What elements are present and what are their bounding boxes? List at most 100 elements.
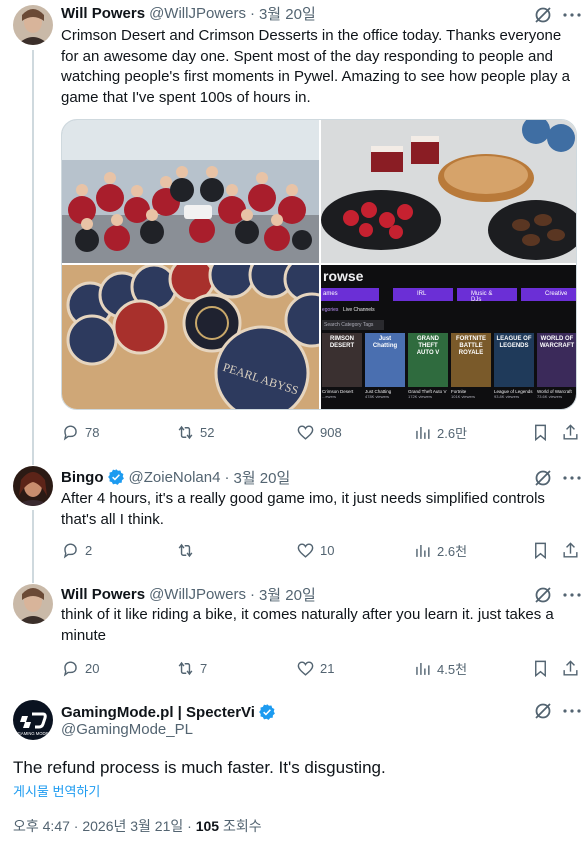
translate-post-link[interactable]: 게시물 번역하기 [13, 781, 100, 800]
twitch-chip-music: Music & DJs [457, 288, 517, 303]
reply-icon [63, 424, 77, 441]
photo-twitch-browse[interactable]: rowse ames IRL Music & DJs Creative egor… [321, 265, 576, 409]
share-icon [563, 541, 578, 558]
heart-icon [297, 660, 314, 676]
avatar[interactable] [13, 5, 53, 45]
reply-button[interactable]: 2 [61, 540, 92, 560]
tweet-actions: 20 7 21 4.5천 [61, 658, 581, 678]
grok-icon[interactable] [533, 468, 553, 488]
like-count: 908 [320, 424, 342, 440]
post-time[interactable]: 3월 20일 [259, 584, 316, 605]
avatar[interactable] [13, 584, 53, 624]
repost-count: 52 [200, 424, 215, 440]
heart-icon [297, 424, 314, 440]
repost-button[interactable]: 52 [176, 422, 214, 442]
grok-icon[interactable] [533, 585, 553, 605]
like-button[interactable]: 10 [296, 540, 334, 560]
views-count: 2.6천 [437, 543, 468, 559]
like-button[interactable]: 908 [296, 422, 342, 442]
verified-badge-icon [259, 704, 275, 720]
view-count: 105 [195, 818, 220, 834]
twitch-browse-title: rowse [323, 268, 364, 284]
bookmark-button[interactable] [531, 540, 550, 560]
category-viewers: 478K viewers [365, 394, 390, 399]
main-tweet-text: The refund process is much faster. It's … [13, 758, 386, 777]
thread-line [32, 578, 34, 583]
category-box-art: WORLD OF WARCRAFT [537, 333, 576, 387]
share-icon [563, 423, 578, 440]
grok-icon[interactable] [533, 701, 553, 721]
photo-coasters[interactable]: PEARL ABYSS [62, 265, 319, 409]
twitch-category-card[interactable]: LEAGUE OF LEGENDS League of Legends 93.8K … [494, 333, 534, 409]
category-viewers: 93.8K viewers [494, 394, 520, 399]
author-name[interactable]: Will Powers [61, 5, 145, 22]
tweet-text: After 4 hours, it's a really good game i… [61, 490, 545, 528]
twitch-category-card[interactable]: WORLD OF WARCRAFT World of Warcraft 73.6K … [537, 333, 576, 409]
repost-button[interactable] [176, 540, 200, 560]
heart-icon [297, 542, 314, 558]
more-options-icon[interactable] [562, 468, 582, 488]
grok-icon[interactable] [533, 5, 553, 25]
author-name[interactable]: Bingo [61, 469, 104, 486]
bookmark-button[interactable] [531, 422, 550, 442]
views-button[interactable]: 2.6만 [413, 422, 467, 442]
views-icon [416, 544, 430, 557]
bookmark-button[interactable] [531, 658, 550, 678]
post-meta: 오후 4:47 · 2026년 3월 21일 · 105 조회수 [13, 816, 262, 836]
main-author-handle[interactable]: @GamingMode_PL [61, 721, 193, 738]
category-viewers: 101K viewers [451, 394, 476, 399]
reply-button[interactable]: 78 [61, 422, 99, 442]
views-button[interactable]: 4.5천 [413, 658, 467, 678]
repost-count: 7 [200, 660, 208, 676]
like-count: 21 [320, 660, 335, 676]
twitch-category-card[interactable]: GRAND THEFT AUTO V Grand Theft Auto V 172K… [408, 333, 448, 409]
separator-dot: · [224, 468, 230, 486]
repost-icon [178, 425, 193, 439]
twitch-chip-creative: Creative [521, 288, 576, 301]
views-button[interactable]: 2.6천 [413, 540, 467, 560]
tweet-header: Bingo @ZoieNolan4 · 3월 20일 [61, 467, 290, 487]
twitch-category-card[interactable]: Just Chatting Just Chatting 478K viewers [365, 333, 405, 409]
share-icon [563, 659, 578, 676]
more-options-icon[interactable] [562, 5, 582, 25]
main-author-name[interactable]: GamingMode.pl | SpecterVi [61, 704, 255, 721]
reply-count: 20 [85, 660, 100, 676]
twitch-category-card[interactable]: FORTNITE BATTLE ROYALE Fortnite 101K viewe… [451, 333, 491, 409]
author-handle[interactable]: @ZoieNolan4 [129, 469, 221, 486]
share-button[interactable] [561, 540, 580, 560]
share-button[interactable] [561, 422, 580, 442]
more-options-icon[interactable] [562, 701, 582, 721]
category-box-art: LEAGUE OF LEGENDS [494, 333, 534, 387]
avatar[interactable] [13, 466, 53, 506]
category-box-art: GRAND THEFT AUTO V [408, 333, 448, 387]
tweet-header: Will Powers @WillJPowers · 3월 20일 [61, 3, 316, 23]
main-avatar[interactable]: GAMING MODE [13, 700, 53, 740]
tweet-text: think of it like riding a bike, it comes… [61, 606, 554, 644]
media-grid: PEARL ABYSS rowse ames IRL Music & DJs C… [61, 119, 577, 410]
reply-button[interactable]: 20 [61, 658, 99, 678]
tweet-1: Will Powers @WillJPowers · 3월 20일 Crimso… [0, 0, 585, 460]
post-time[interactable]: 3월 20일 [233, 467, 290, 488]
author-handle[interactable]: @WillJPowers [149, 5, 246, 22]
reply-count: 2 [85, 542, 93, 558]
repost-button[interactable]: 7 [176, 658, 207, 678]
reply-count: 78 [85, 424, 100, 440]
like-button[interactable]: 21 [296, 658, 334, 678]
author-name[interactable]: Will Powers [61, 586, 145, 603]
category-viewers: 172K viewers [408, 394, 433, 399]
more-options-icon[interactable] [562, 585, 582, 605]
twitch-category-card[interactable]: RIMSON DESERT Crimson Desert ...ewers [322, 333, 362, 409]
photo-desserts[interactable] [321, 120, 576, 263]
tweet-2: Bingo @ZoieNolan4 · 3월 20일 After 4 hours… [0, 460, 585, 578]
share-button[interactable] [561, 658, 580, 678]
post-timestamp[interactable]: 오후 4:47 · 2026년 3월 21일 · [13, 818, 196, 834]
separator-dot: · [249, 585, 255, 603]
photo-team[interactable] [62, 120, 319, 263]
separator-dot: · [249, 4, 255, 22]
main-tweet-header: GamingMode.pl | SpecterVi [61, 702, 276, 722]
views-count: 2.6만 [437, 425, 468, 441]
tweet-actions: 2 10 2.6천 [61, 540, 581, 560]
post-time[interactable]: 3월 20일 [259, 3, 316, 24]
category-viewers: ...ewers [322, 394, 337, 399]
author-handle[interactable]: @WillJPowers [149, 586, 246, 603]
